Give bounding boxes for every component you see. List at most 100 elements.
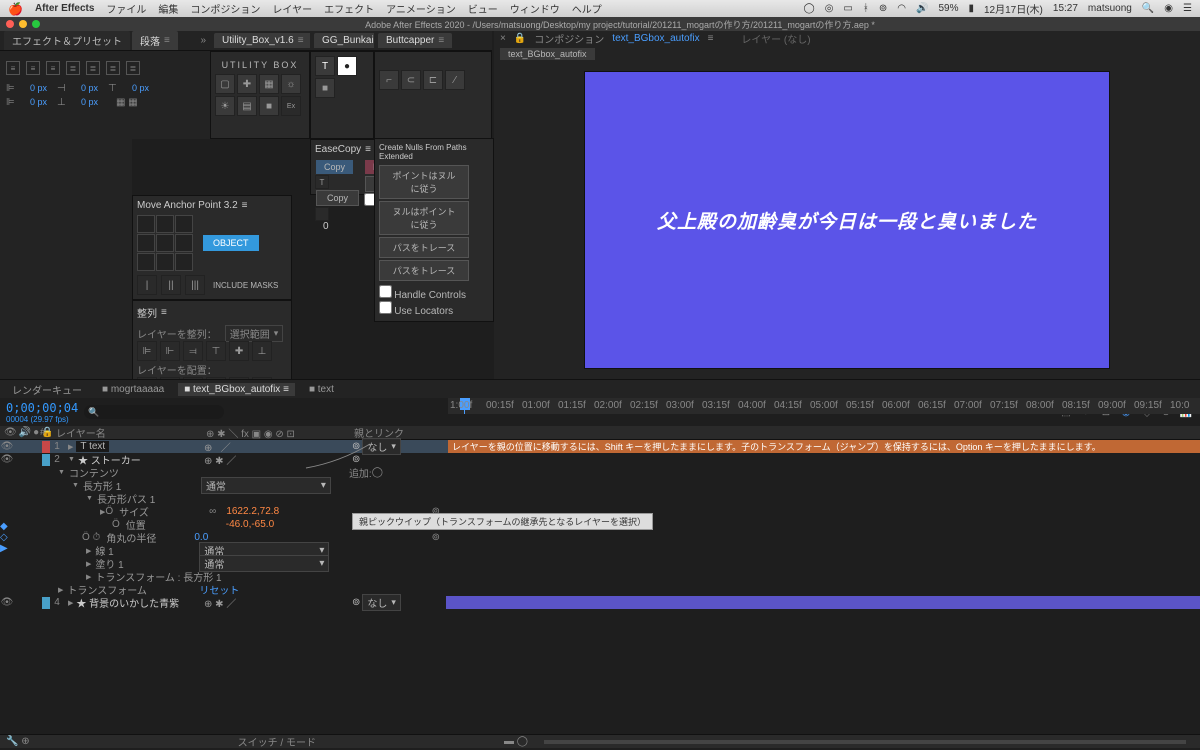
tl-tab-render[interactable]: レンダーキュー: [6, 381, 88, 398]
handle-check[interactable]: [379, 285, 392, 298]
circle2-icon[interactable]: ◎: [825, 3, 834, 14]
menu-layer[interactable]: レイヤー: [272, 1, 312, 16]
align-hcenter-btn[interactable]: ⊩: [160, 341, 180, 361]
anchor-object-btn[interactable]: OBJECT: [203, 235, 259, 251]
ease-t-btn[interactable]: T: [315, 175, 329, 189]
ease-copy-btn[interactable]: Copy: [316, 190, 359, 206]
buttcapper-tab[interactable]: Buttcapper ≡: [378, 33, 452, 48]
layer-tab[interactable]: レイヤー (なし): [741, 31, 810, 46]
align-center-icon[interactable]: ≡: [26, 61, 40, 75]
window-minimize[interactable]: [19, 20, 27, 28]
zoom-out-icon[interactable]: ▬ ◯: [504, 736, 528, 747]
panel-menu-icon[interactable]: »: [200, 35, 206, 46]
justify-left-icon[interactable]: ≣: [66, 61, 80, 75]
circle-icon[interactable]: ◯: [803, 3, 814, 14]
pickwhip-icon-2[interactable]: ⊚: [352, 454, 360, 465]
anchor-tl[interactable]: [137, 215, 155, 233]
cap-link-icon[interactable]: ⁄: [445, 70, 465, 90]
layer-search[interactable]: [84, 405, 224, 419]
null-btn-4[interactable]: パスをトレース: [379, 260, 469, 281]
anchor-x2[interactable]: ||: [161, 275, 181, 295]
display-icon[interactable]: ▭: [843, 3, 852, 14]
align-right-btn[interactable]: ⫤: [183, 341, 203, 361]
menu-edit[interactable]: 編集: [158, 1, 178, 16]
wifi-icon[interactable]: ⊚: [879, 3, 887, 14]
locator-check[interactable]: [379, 301, 392, 314]
util-btn-7[interactable]: ■: [259, 96, 279, 116]
justify-right-icon[interactable]: ≣: [106, 61, 120, 75]
util-btn-4[interactable]: ☼: [281, 74, 301, 94]
indent-left[interactable]: 0 px: [30, 83, 47, 93]
anchor-tr[interactable]: [175, 215, 193, 233]
menu-effect[interactable]: エフェクト: [324, 1, 374, 16]
justify-center-icon[interactable]: ≣: [86, 61, 100, 75]
fx-preset-tab[interactable]: エフェクト＆プリセット: [4, 31, 130, 50]
anchor-br[interactable]: [175, 253, 193, 271]
pickwhip-icon[interactable]: ⊚: [352, 441, 360, 452]
justify-all-icon[interactable]: ≣: [126, 61, 140, 75]
switch-mode-toggle[interactable]: スイッチ / モード: [238, 734, 316, 749]
tl-tab-text[interactable]: ■ text: [303, 383, 340, 396]
siri-icon[interactable]: ◉: [1164, 3, 1173, 14]
util-btn-1[interactable]: ▢: [215, 74, 235, 94]
sound-icon[interactable]: 🔊: [916, 3, 928, 14]
util-btn-2[interactable]: ✚: [237, 74, 257, 94]
menu-animation[interactable]: アニメーション: [386, 1, 456, 16]
parent-dropdown-4[interactable]: なし ▾: [362, 594, 401, 611]
menu-file[interactable]: ファイル: [106, 1, 146, 16]
util-btn-8[interactable]: Ex: [281, 96, 301, 116]
window-maximize[interactable]: [32, 20, 40, 28]
space-after[interactable]: 0 px: [81, 97, 98, 107]
composition-viewer[interactable]: 父上殿の加齢臭が今日は一段と臭いました: [494, 62, 1200, 378]
menu-composition[interactable]: コンポジション: [190, 1, 260, 16]
align-right-icon[interactable]: ≡: [46, 61, 60, 75]
utility-tab[interactable]: Utility_Box_v1.6 ≡: [214, 33, 312, 48]
cap-square-icon[interactable]: ⊏: [423, 70, 443, 90]
bluetooth-icon[interactable]: ᚼ: [863, 3, 869, 14]
gg-square-icon[interactable]: ■: [315, 78, 335, 98]
comp-name[interactable]: text_BGbox_autofix: [612, 33, 699, 44]
anchor-x1[interactable]: |: [137, 275, 157, 295]
util-btn-3[interactable]: ▦: [259, 74, 279, 94]
space-before[interactable]: 0 px: [132, 83, 149, 93]
apple-icon[interactable]: 🍎: [8, 2, 23, 16]
user[interactable]: matsuong: [1088, 3, 1132, 14]
cap-round-icon[interactable]: ⊂: [401, 70, 421, 90]
parent-dropdown-1[interactable]: なし ▾: [362, 438, 401, 455]
anchor-bl[interactable]: [137, 253, 155, 271]
anchor-tc[interactable]: [156, 215, 174, 233]
time-ruler[interactable]: 1:00f 00:15f 01:00f 01:15f 02:00f 02:15f…: [448, 398, 1200, 414]
battery-icon[interactable]: ▮: [968, 3, 974, 14]
timecode[interactable]: 0;00;00;04: [6, 401, 78, 415]
tl-tab-autofix[interactable]: ■ text_BGbox_autofix ≡: [178, 383, 295, 396]
menu-help[interactable]: ヘルプ: [572, 1, 602, 16]
app-name[interactable]: After Effects: [35, 3, 94, 14]
tl-tab-mogrt[interactable]: ■ mogrtaaaaa: [96, 383, 170, 396]
canvas[interactable]: 父上殿の加齢臭が今日は一段と臭いました: [585, 72, 1109, 368]
null-btn-2[interactable]: ヌルはポイントに従う: [379, 201, 469, 235]
anchor-bc[interactable]: [156, 253, 174, 271]
menu-view[interactable]: ビュー: [468, 1, 498, 16]
layer-4[interactable]: 👁 4 ▶★ 背景のいかした青紫 ⊕ ✱ ／ ⊚ なし ▾: [0, 596, 1200, 609]
search-icon[interactable]: 🔍: [1142, 3, 1154, 14]
align-bottom-btn[interactable]: ⊥: [252, 341, 272, 361]
null-btn-3[interactable]: パスをトレース: [379, 237, 469, 258]
include-masks[interactable]: INCLUDE MASKS: [213, 281, 278, 290]
add-contents-btn[interactable]: ◯: [372, 467, 383, 478]
gg-bunkai-tab[interactable]: GG_Bunkai: [314, 33, 382, 48]
align-left-icon[interactable]: ≡: [6, 61, 20, 75]
menu-window[interactable]: ウィンドウ: [510, 1, 560, 16]
notif-icon[interactable]: ☰: [1183, 3, 1192, 14]
anchor-mc[interactable]: [156, 234, 174, 252]
gg-text-icon[interactable]: T: [315, 56, 335, 76]
null-btn-1[interactable]: ポイントはヌルに従う: [379, 165, 469, 199]
indent-right[interactable]: 0 px: [81, 83, 98, 93]
paragraph-tab[interactable]: 段落 ≡: [132, 31, 178, 50]
anchor-x3[interactable]: |||: [185, 275, 205, 295]
align-vcenter-btn[interactable]: ✚: [229, 341, 249, 361]
first-indent[interactable]: 0 px: [30, 97, 47, 107]
time[interactable]: 15:27: [1053, 3, 1078, 14]
align-top-btn[interactable]: ⊤: [206, 341, 226, 361]
ease-dot-btn[interactable]: [315, 207, 329, 221]
comp-back-icon[interactable]: ×: [500, 33, 506, 44]
